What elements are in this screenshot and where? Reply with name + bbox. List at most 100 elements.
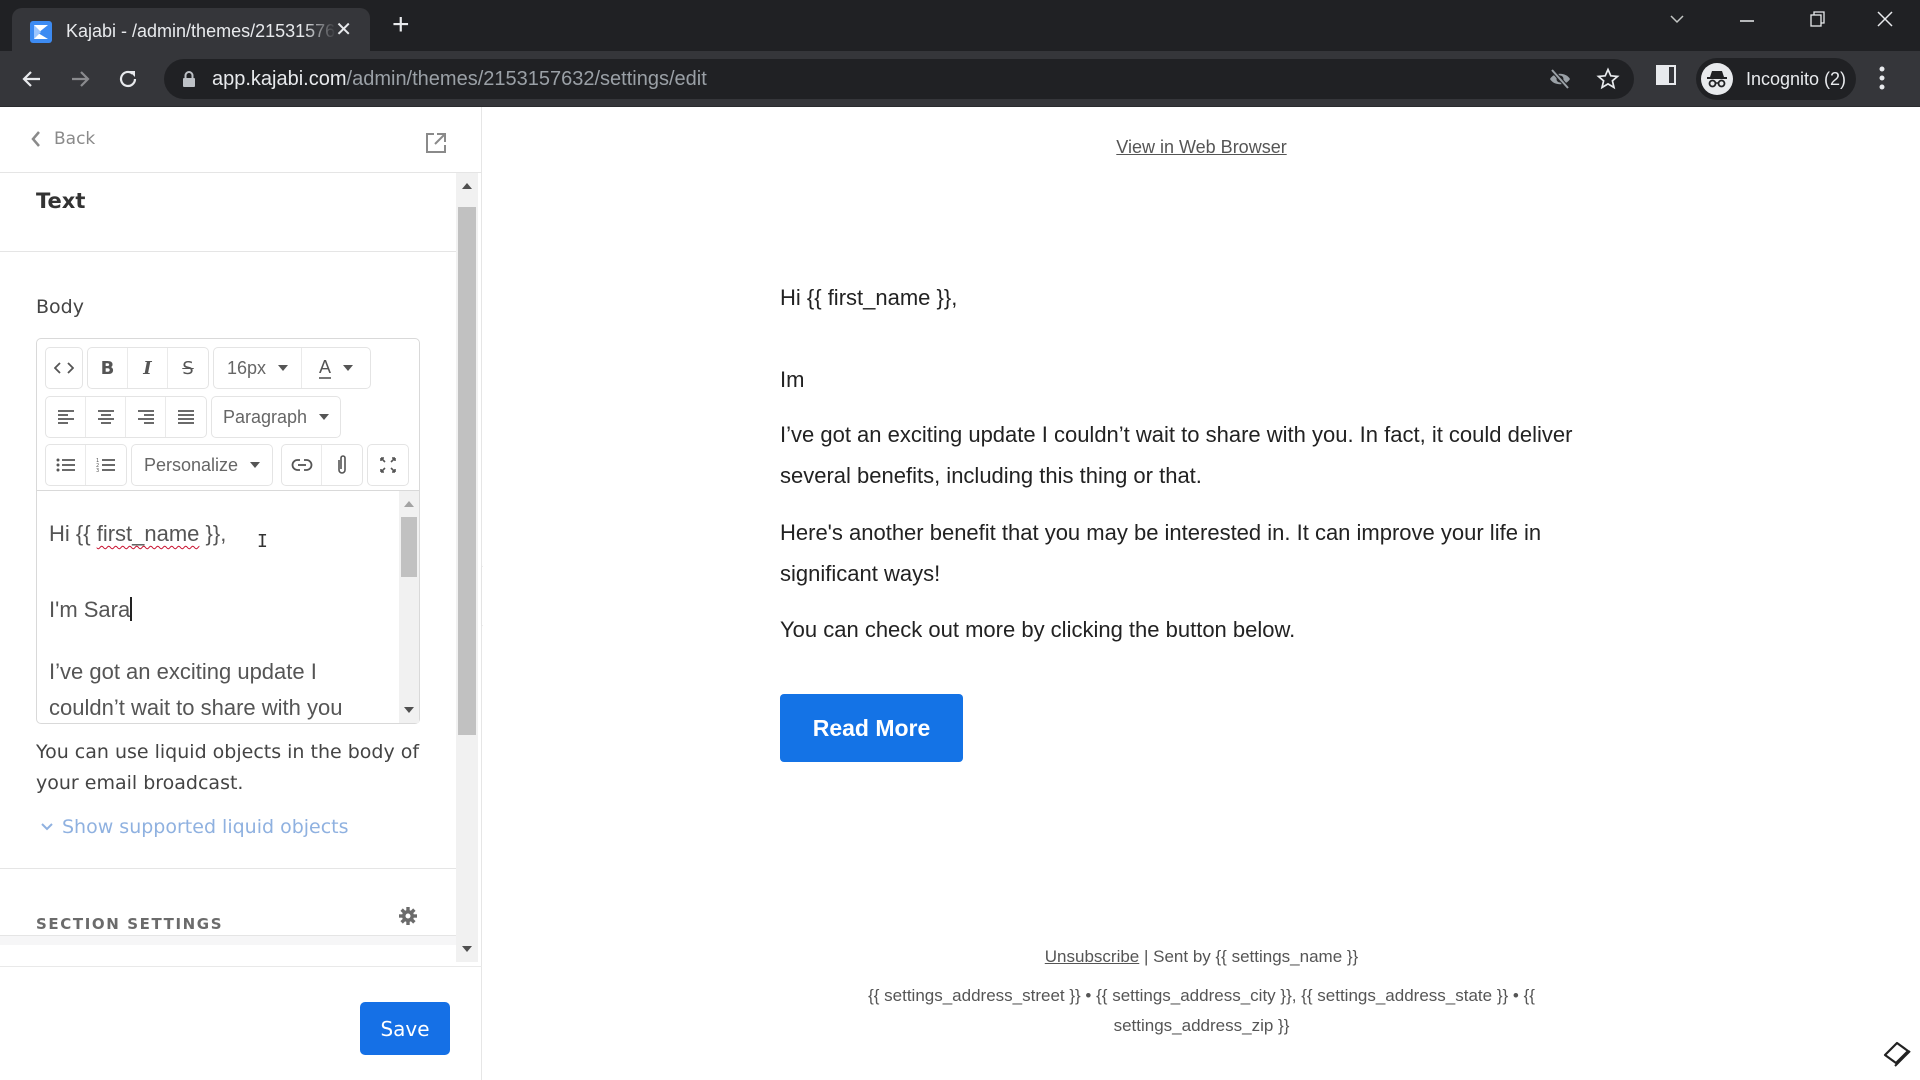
editor-line-body: I’ve got an exciting update I — [49, 659, 317, 684]
scroll-up-icon[interactable] — [462, 183, 472, 189]
email-footer-address: {{ settings_address_street }} • {{ setti… — [868, 986, 1535, 1035]
tab-close-icon[interactable]: ✕ — [335, 20, 352, 40]
fullscreen-icon[interactable] — [368, 445, 408, 485]
section-title: Text — [36, 189, 86, 213]
svg-text:3: 3 — [96, 468, 99, 473]
bookmark-star-icon[interactable] — [1596, 67, 1620, 96]
tag-icon[interactable] — [1882, 1038, 1912, 1073]
restore-icon[interactable] — [1808, 10, 1826, 34]
window-close-icon[interactable] — [1876, 10, 1894, 34]
align-justify-icon[interactable] — [166, 397, 206, 437]
caret-down-icon — [319, 414, 330, 420]
divider — [0, 936, 456, 945]
scroll-down-icon[interactable] — [462, 946, 472, 952]
email-intro: Im — [780, 367, 805, 392]
eye-off-icon[interactable] — [1548, 67, 1572, 96]
section-settings-label: SECTION SETTINGS — [36, 915, 224, 933]
editor-line-greeting: Hi {{ first_name }}, — [49, 521, 227, 546]
read-more-button[interactable]: Read More — [780, 694, 963, 762]
attachment-icon[interactable] — [322, 445, 362, 485]
font-group: 16px A — [213, 347, 371, 389]
email-paragraph: You can check out more by clicking the b… — [780, 617, 1296, 642]
scroll-down-icon[interactable] — [404, 707, 414, 713]
align-center-icon[interactable] — [86, 397, 126, 437]
text-color-icon: A — [318, 357, 331, 379]
gear-icon[interactable] — [398, 906, 418, 931]
bold-icon[interactable]: B — [88, 348, 128, 388]
personalize-group: Personalize — [131, 444, 273, 486]
settings-panel: Back Text Body B I S 16px A Paragraph 1 … — [0, 107, 482, 1080]
caret-down-icon — [278, 365, 289, 371]
browser-menu-icon[interactable] — [1878, 65, 1886, 96]
numbered-list-icon[interactable]: 123 — [86, 445, 126, 485]
rich-text-editor: B I S 16px A Paragraph 1 2 3 Personalize… — [36, 338, 420, 724]
divider — [0, 868, 456, 869]
external-link-icon[interactable] — [424, 131, 448, 160]
address-bar[interactable]: app.kajabi.com/admin/themes/2153157632/s… — [164, 59, 1634, 99]
reload-icon[interactable] — [112, 63, 144, 95]
editor-toolbar: B I S 16px A Paragraph 1 2 3 Personalize — [37, 339, 419, 491]
back-link[interactable]: Back — [30, 129, 95, 149]
editor-scroll-thumb[interactable] — [401, 517, 417, 577]
email-footer-line: Unsubscribe | Sent by {{ settings_name }… — [1044, 947, 1359, 966]
align-group — [45, 396, 207, 438]
spellcheck-word: first_name — [96, 521, 200, 546]
lock-icon[interactable] — [182, 70, 196, 93]
scroll-up-icon[interactable] — [404, 501, 414, 507]
side-panel-icon[interactable] — [1654, 63, 1678, 92]
email-paragraph: I’ve got an exciting update I couldn’t w… — [780, 422, 1573, 488]
editor-line-intro: I'm Sara — [49, 597, 133, 622]
align-left-icon[interactable] — [46, 397, 86, 437]
block-group: Paragraph — [211, 396, 341, 438]
back-arrow-icon[interactable] — [16, 63, 48, 95]
strikethrough-icon[interactable]: S — [168, 348, 208, 388]
divider — [0, 251, 456, 252]
chevron-down-icon — [41, 823, 53, 831]
incognito-label: Incognito (2) — [1746, 68, 1847, 89]
url-text: app.kajabi.com/admin/themes/2153157632/s… — [212, 68, 707, 90]
panel-scroll-area: Text Body B I S 16px A Paragraph 1 2 3 P… — [0, 173, 482, 962]
code-view-icon[interactable] — [46, 348, 82, 388]
code-group — [45, 347, 83, 389]
format-group: B I S — [87, 347, 209, 389]
incognito-profile-button[interactable]: Incognito (2) — [1696, 58, 1856, 100]
caret-down-icon — [250, 462, 261, 468]
editor-content[interactable]: Hi {{ first_name }}, I I'm Sara I’ve got… — [37, 491, 399, 723]
show-liquid-objects-link[interactable]: Show supported liquid objects — [40, 816, 349, 838]
email-preview: View in Web Browser Hi {{ first_name }},… — [483, 107, 1920, 1080]
incognito-icon — [1701, 63, 1733, 95]
body-field-label: Body — [36, 296, 84, 318]
align-right-icon[interactable] — [126, 397, 166, 437]
panel-header: Back — [0, 107, 482, 173]
text-cursor-icon: I — [257, 531, 268, 552]
panel-scrollbar[interactable] — [456, 173, 478, 962]
insert-group — [281, 444, 363, 486]
caret-down-icon — [343, 365, 353, 371]
tab-search-icon[interactable] — [1668, 10, 1686, 34]
editor-scrollbar[interactable] — [399, 491, 419, 723]
browser-tab[interactable]: Kajabi - /admin/themes/2153157632/settin… — [12, 8, 370, 51]
text-color-select[interactable]: A — [302, 348, 370, 388]
new-tab-icon[interactable]: + — [392, 10, 410, 40]
browser-tab-bar: Kajabi - /admin/themes/2153157632/settin… — [0, 0, 1920, 51]
panel-scroll-thumb[interactable] — [458, 207, 476, 735]
view-in-browser-link[interactable]: View in Web Browser — [483, 137, 1920, 158]
text-caret — [130, 597, 133, 621]
list-group: 123 — [45, 444, 127, 486]
bullet-list-icon[interactable] — [46, 445, 86, 485]
paragraph-format-select[interactable]: Paragraph — [212, 397, 340, 437]
tab-title: Kajabi - /admin/themes/2153157632/settin… — [66, 21, 336, 41]
personalize-select[interactable]: Personalize — [132, 445, 272, 485]
unsubscribe-link[interactable]: Unsubscribe — [1045, 947, 1140, 966]
browser-toolbar: app.kajabi.com/admin/themes/2153157632/s… — [0, 51, 1920, 107]
link-icon[interactable] — [282, 445, 322, 485]
minimize-icon[interactable] — [1738, 10, 1756, 34]
fullscreen-group — [367, 444, 409, 486]
font-size-select[interactable]: 16px — [214, 348, 302, 388]
save-button[interactable]: Save — [360, 1002, 450, 1055]
italic-icon[interactable]: I — [128, 348, 168, 388]
back-label: Back — [54, 129, 96, 149]
panel-footer: Save — [0, 966, 482, 1080]
kajabi-favicon-icon — [30, 21, 52, 43]
forward-arrow-icon[interactable] — [64, 63, 96, 95]
